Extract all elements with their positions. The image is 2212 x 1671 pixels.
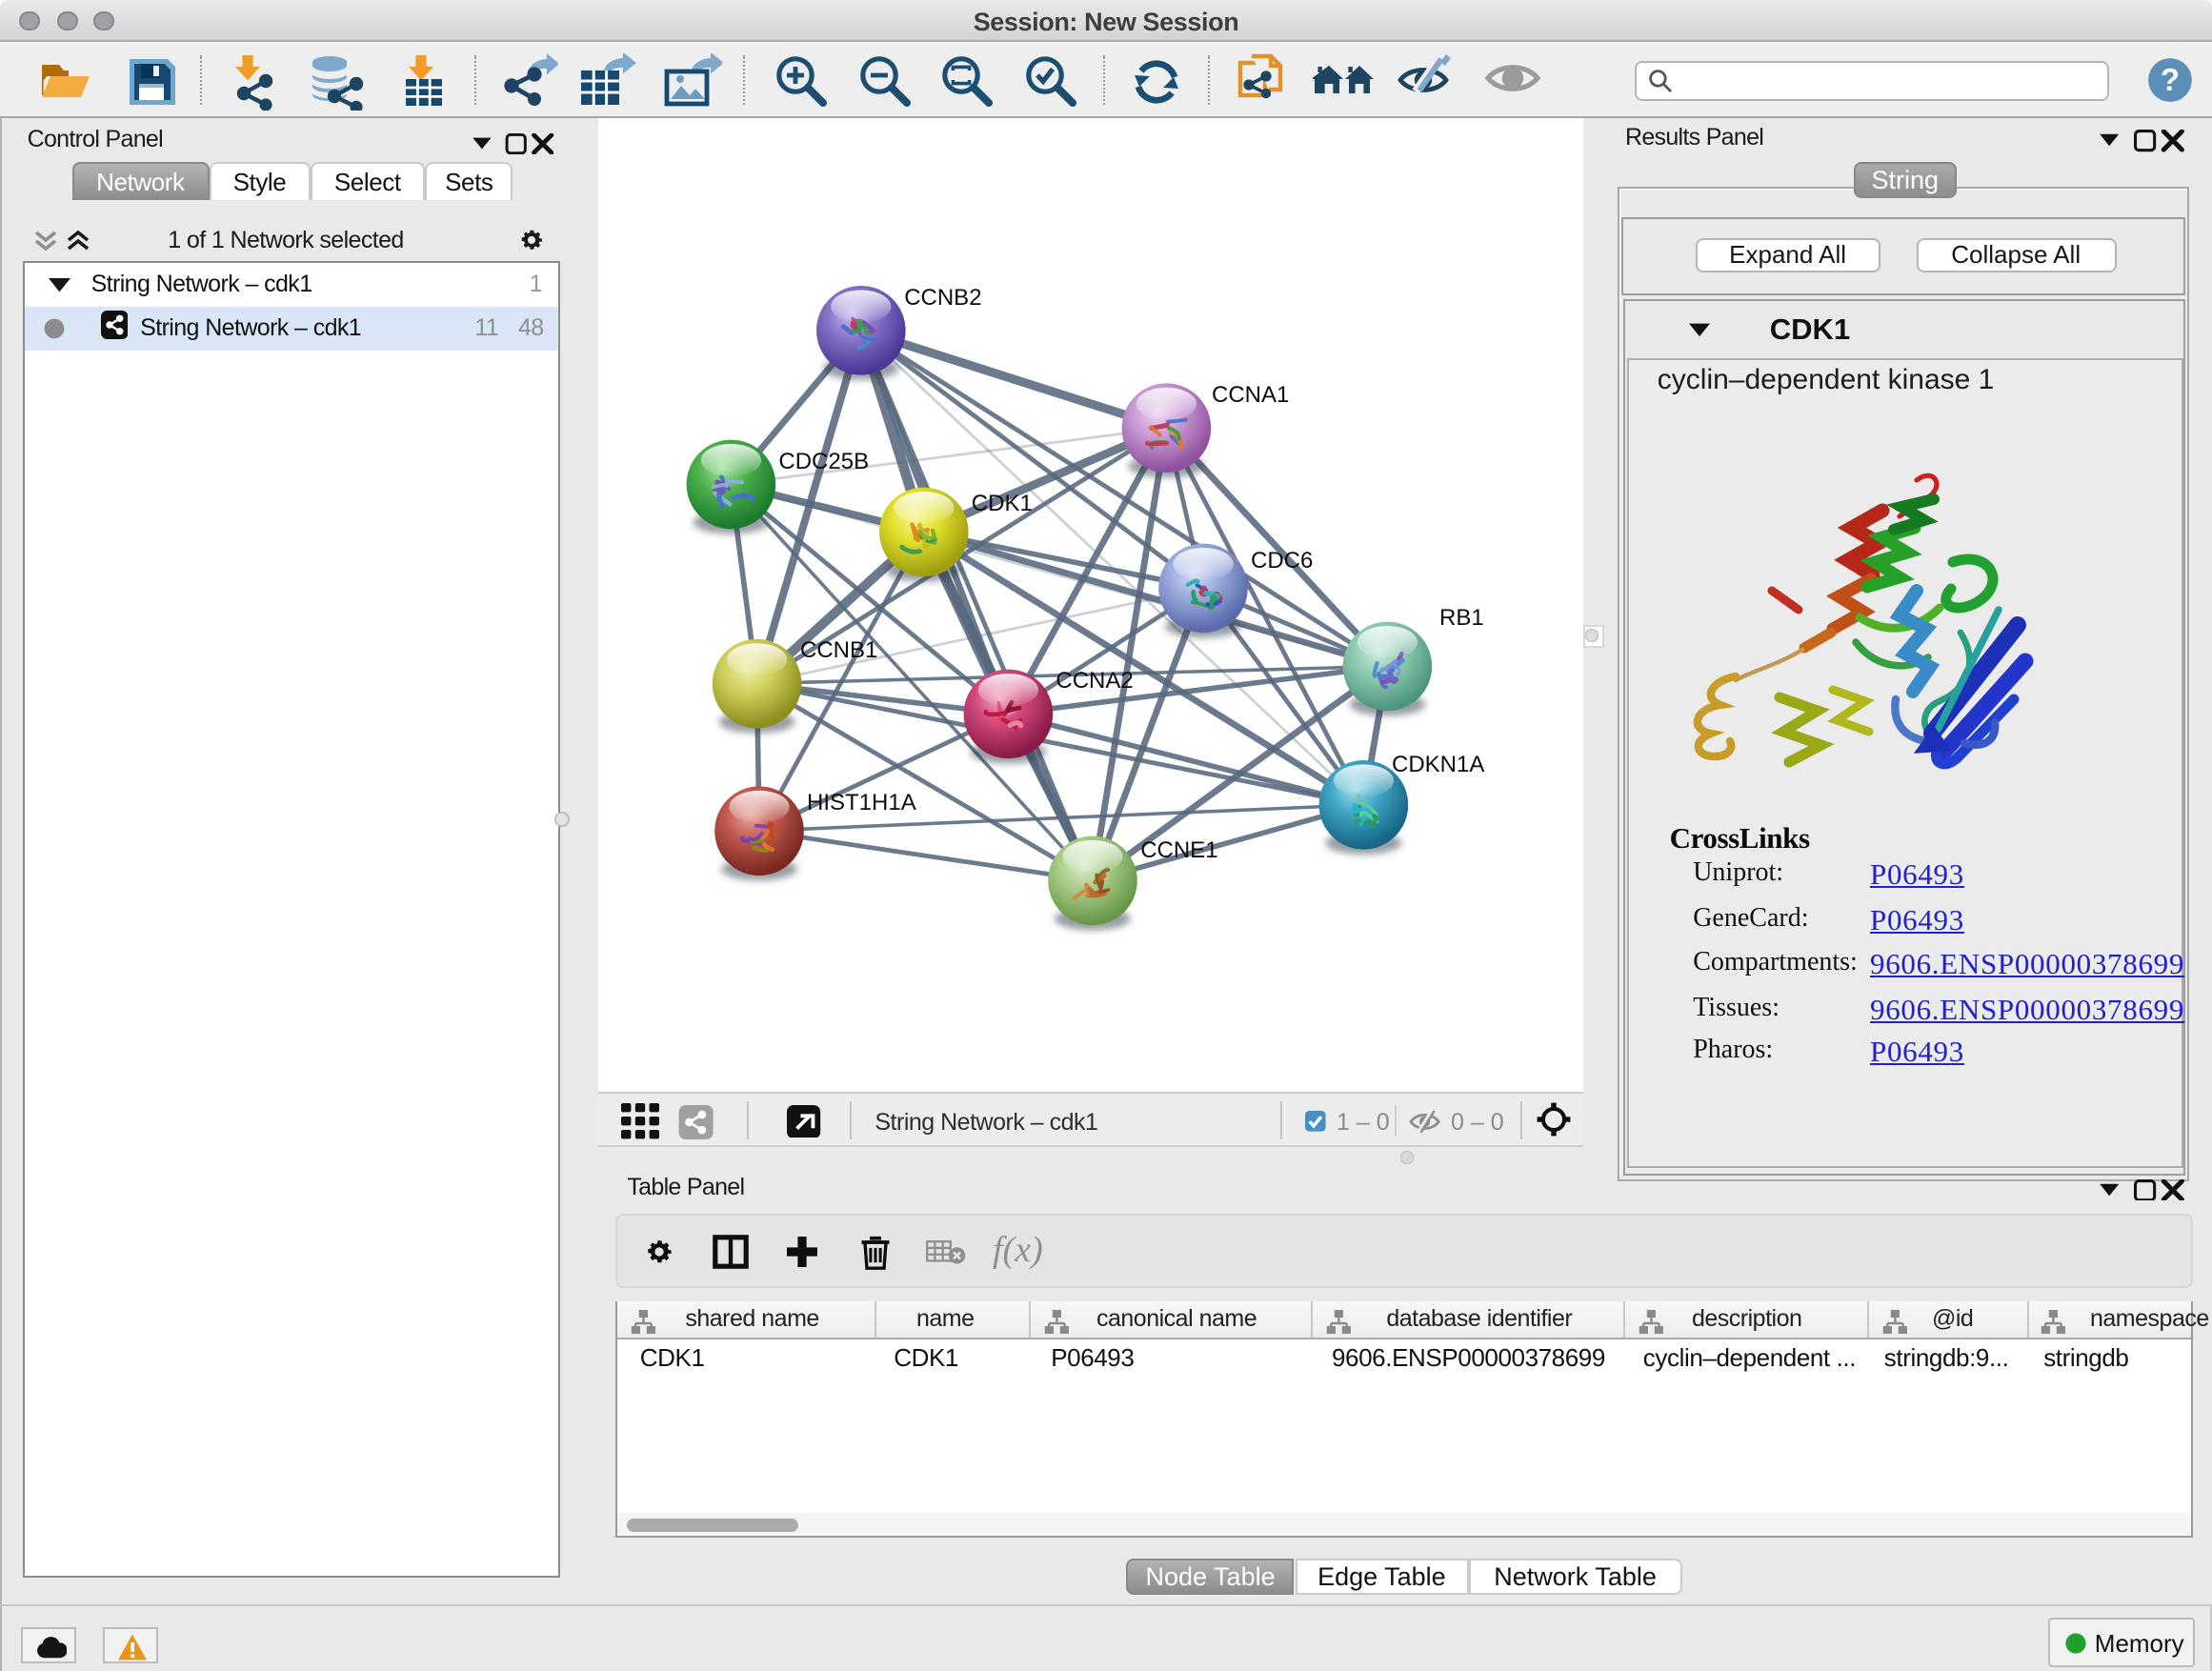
svg-text:?: ? <box>2160 63 2179 98</box>
